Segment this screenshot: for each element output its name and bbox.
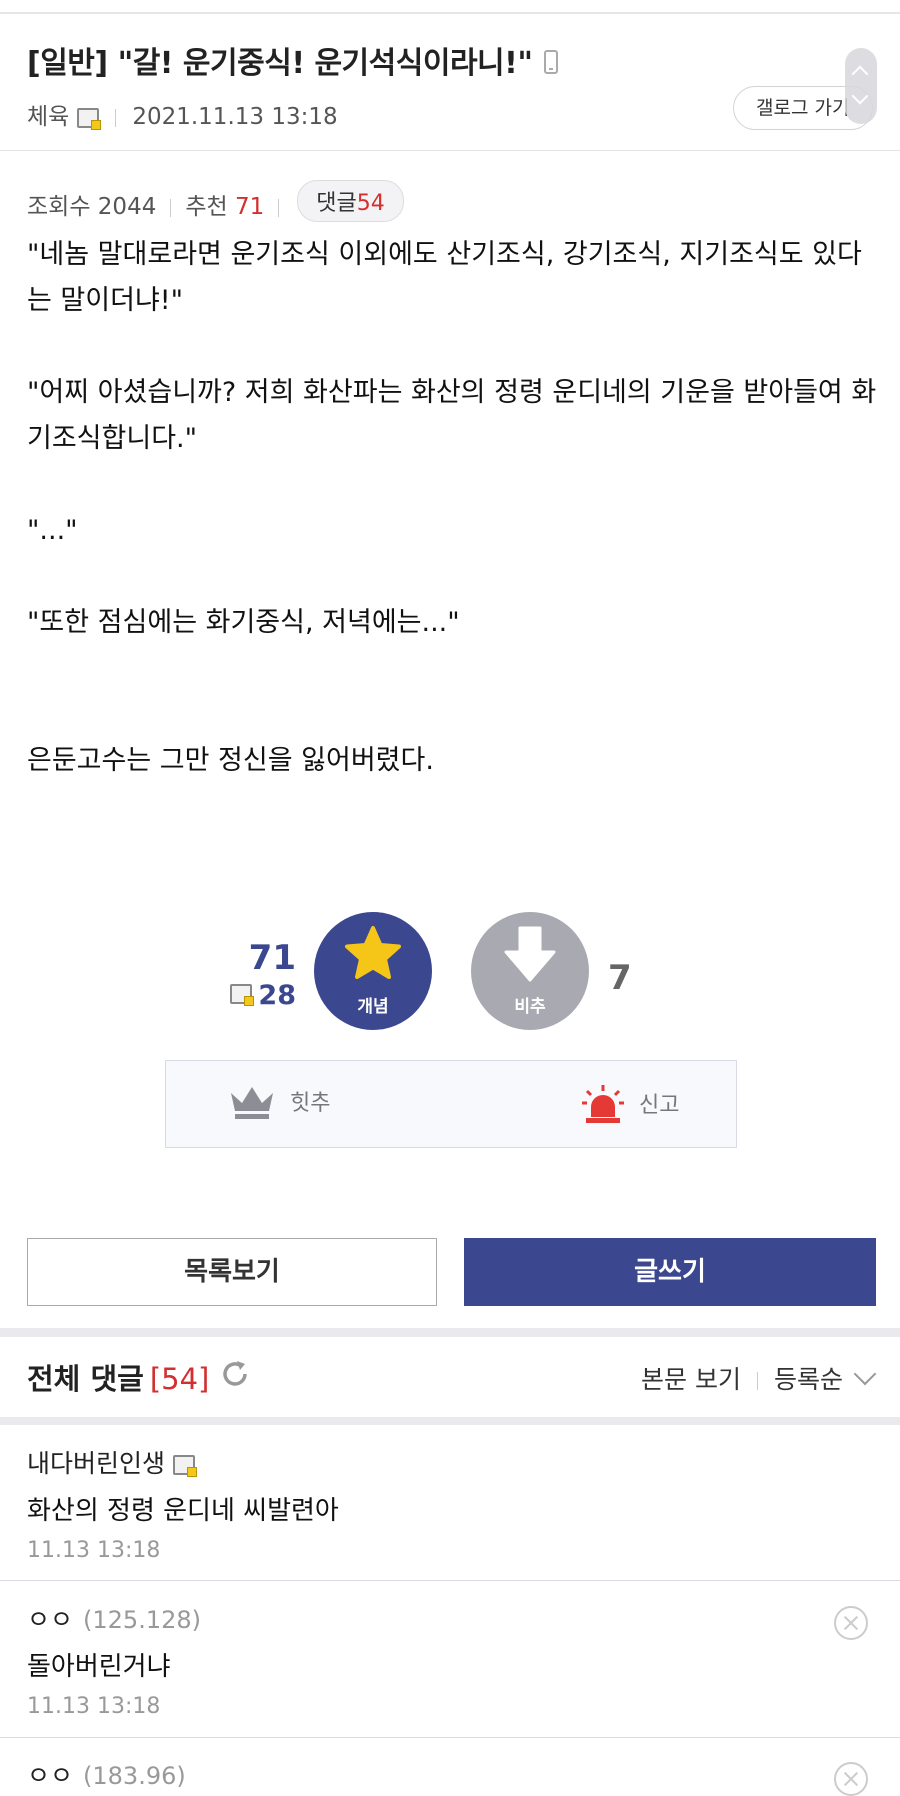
comment-date: 11.13 13:18 bbox=[27, 1694, 161, 1719]
post-author[interactable]: 체육 bbox=[27, 104, 69, 130]
fixed-nick-icon bbox=[173, 1455, 198, 1477]
comment-divider bbox=[0, 1580, 900, 1581]
body-paragraph: "또한 점심에는 화기중식, 저녁에는..." bbox=[27, 607, 460, 638]
hit-button[interactable]: 힛추 bbox=[228, 1085, 330, 1125]
view-body-button[interactable]: 본문 보기 bbox=[641, 1365, 741, 1394]
siren-icon bbox=[582, 1085, 624, 1123]
comment-text: 돌아버린거냐 bbox=[27, 1652, 171, 1682]
separator bbox=[170, 198, 172, 217]
scroll-buttons[interactable] bbox=[845, 48, 877, 124]
section-divider bbox=[0, 1417, 900, 1425]
comments-header: 전체 댓글 [54] bbox=[27, 1356, 251, 1401]
header-divider bbox=[0, 150, 900, 151]
crown-icon bbox=[231, 1087, 273, 1119]
separator bbox=[278, 198, 280, 217]
downvote-button[interactable]: 비추 bbox=[471, 912, 589, 1030]
scroll-up-icon[interactable] bbox=[851, 65, 869, 83]
downvote-count: 7 bbox=[608, 958, 632, 998]
views-label: 조회수 bbox=[27, 194, 91, 220]
top-divider bbox=[0, 12, 900, 14]
comment-author[interactable]: 내다버린인생 bbox=[27, 1444, 198, 1480]
write-button[interactable]: 글쓰기 bbox=[464, 1238, 876, 1306]
upvote-count: 71 bbox=[248, 938, 296, 978]
post-body: "네놈 말대로라면 운기조식 이외에도 산기조식, 강기조식, 지기조식도 있다… bbox=[27, 232, 877, 784]
comment-author[interactable]: ㅇㅇ (183.96) bbox=[27, 1756, 186, 1792]
comment-ip: (183.96) bbox=[83, 1762, 186, 1790]
post-meta: 체육 2021.11.13 13:18 bbox=[27, 97, 338, 131]
refresh-icon[interactable] bbox=[219, 1358, 251, 1397]
post-stats: 조회수 2044 추천 71 댓글54 bbox=[27, 180, 404, 226]
upvote-button[interactable]: 개념 bbox=[314, 912, 432, 1030]
comment-author[interactable]: ㅇㅇ (125.128) bbox=[27, 1600, 201, 1636]
comment-date: 11.13 13:18 bbox=[27, 1538, 161, 1563]
separator bbox=[756, 1372, 758, 1390]
chevron-down-icon[interactable] bbox=[853, 1362, 877, 1386]
fixed-nick-icon bbox=[230, 983, 255, 1006]
upvote-label: 개념 bbox=[357, 997, 389, 1017]
comments-total: [54] bbox=[149, 1362, 210, 1396]
comment-divider bbox=[0, 1737, 900, 1738]
comment-count-button[interactable]: 댓글54 bbox=[297, 180, 404, 222]
delete-comment-icon[interactable] bbox=[834, 1606, 868, 1640]
comments-title: 전체 댓글 bbox=[27, 1362, 144, 1396]
body-paragraph: "어찌 아셨습니까? 저희 화산파는 화산의 정령 운디네의 기운을 받아들여 … bbox=[27, 377, 877, 454]
body-paragraph: "..." bbox=[27, 515, 78, 546]
post-date: 2021.11.13 13:18 bbox=[132, 104, 338, 130]
body-paragraph: 은둔고수는 그만 정신을 잃어버렸다. bbox=[27, 745, 434, 776]
scroll-down-icon[interactable] bbox=[851, 87, 869, 105]
star-icon bbox=[345, 926, 401, 979]
separator bbox=[115, 108, 117, 127]
fixed-nick-icon bbox=[77, 107, 102, 130]
fixed-upvote-count: 28 bbox=[230, 980, 296, 1011]
comment-ip: (125.128) bbox=[83, 1606, 201, 1634]
post-title: [일반] "갈! 운기중식! 운기석식이라니!" bbox=[27, 38, 559, 82]
delete-comment-icon[interactable] bbox=[834, 1762, 868, 1796]
mobile-icon bbox=[544, 49, 559, 74]
comment-text: 화산의 정령 운디네 씨발련아 bbox=[27, 1496, 339, 1526]
views-count: 2044 bbox=[97, 194, 157, 220]
downvote-label: 비추 bbox=[514, 997, 546, 1017]
report-button[interactable]: 신고 bbox=[581, 1085, 679, 1125]
sort-select[interactable]: 등록순 bbox=[774, 1365, 843, 1394]
arrow-down-icon bbox=[504, 926, 556, 982]
action-box: 힛추 신고 bbox=[165, 1060, 737, 1148]
comment-sort-bar: 본문 보기 등록순 bbox=[641, 1360, 877, 1396]
recommend-label: 추천 bbox=[185, 194, 228, 220]
section-divider bbox=[0, 1328, 900, 1337]
list-button[interactable]: 목록보기 bbox=[27, 1238, 437, 1306]
recommend-count: 71 bbox=[234, 194, 265, 220]
body-paragraph: "네놈 말대로라면 운기조식 이외에도 산기조식, 강기조식, 지기조식도 있다… bbox=[27, 239, 862, 316]
